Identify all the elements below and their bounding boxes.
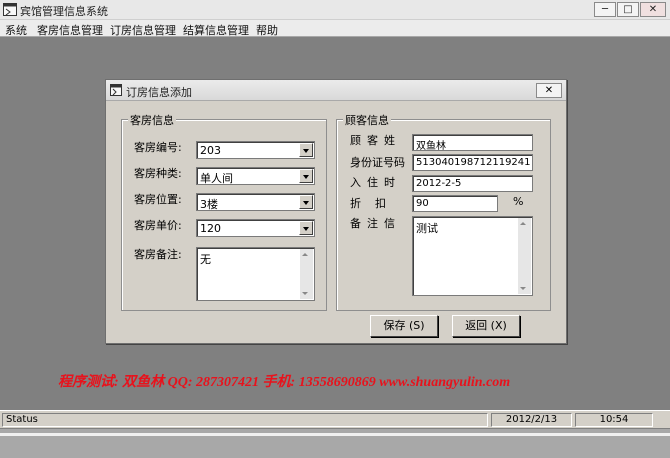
discount-label: 折扣 bbox=[350, 197, 400, 210]
chevron-down-icon[interactable] bbox=[299, 195, 313, 209]
back-button[interactable]: 返回 (X) bbox=[452, 315, 520, 337]
close-button[interactable]: ✕ bbox=[640, 2, 666, 17]
scroll-down-icon[interactable] bbox=[302, 292, 308, 295]
room-type-label: 客房种类: bbox=[134, 167, 182, 180]
percent-label: % bbox=[513, 195, 524, 208]
room-number-value: 203 bbox=[200, 144, 221, 157]
room-price-select[interactable]: 120 bbox=[196, 219, 315, 237]
checkin-time-label: 入住时 bbox=[350, 176, 401, 189]
room-info-group: 客房信息 客房编号: 203 客房种类: 单人间 客房位置: 3楼 客房单价: … bbox=[121, 112, 327, 311]
window-titlebar: 宾馆管理信息系统 ─ □ ✕ bbox=[0, 0, 670, 20]
minimize-button[interactable]: ─ bbox=[594, 2, 616, 17]
chevron-down-icon[interactable] bbox=[299, 169, 313, 183]
checkin-time-value: 2012-2-5 bbox=[416, 178, 462, 189]
guest-note-value: 测试 bbox=[416, 222, 438, 235]
room-location-value: 3楼 bbox=[200, 198, 218, 211]
menu-help[interactable]: 帮助 bbox=[256, 22, 278, 38]
status-date: 2012/2/13 bbox=[491, 413, 572, 427]
guest-note-textarea[interactable]: 测试 bbox=[412, 216, 533, 296]
id-number-value: 513040198712119241 bbox=[416, 157, 531, 168]
menu-bar: 系统 客房信息管理 订房信息管理 结算信息管理 帮助 bbox=[0, 20, 670, 37]
room-note-value: 无 bbox=[200, 253, 211, 266]
maximize-button[interactable]: □ bbox=[617, 2, 639, 17]
dialog-icon bbox=[110, 84, 122, 96]
room-type-select[interactable]: 单人间 bbox=[196, 167, 315, 185]
room-location-label: 客房位置: bbox=[134, 193, 182, 206]
room-price-label: 客房单价: bbox=[134, 219, 182, 232]
room-location-select[interactable]: 3楼 bbox=[196, 193, 315, 211]
dialog-close-button[interactable]: ✕ bbox=[536, 83, 562, 98]
status-time: 10:54 bbox=[575, 413, 653, 427]
chevron-down-icon[interactable] bbox=[299, 143, 313, 157]
save-button[interactable]: 保存 (S) bbox=[370, 315, 438, 337]
guest-note-label: 备注信 bbox=[350, 217, 401, 230]
dialog-titlebar: 订房信息添加 ✕ bbox=[106, 80, 566, 101]
menu-room-management[interactable]: 客房信息管理 bbox=[37, 22, 103, 38]
booking-add-dialog: 订房信息添加 ✕ 客房信息 客房编号: 203 客房种类: 单人间 客房位置: … bbox=[105, 79, 567, 344]
author-watermark: 程序测试: 双鱼林 QQ: 287307421 手机: 13558690869 … bbox=[58, 375, 511, 390]
dialog-title: 订房信息添加 bbox=[126, 86, 192, 99]
room-note-scrollbar[interactable] bbox=[300, 249, 313, 299]
room-number-select[interactable]: 203 bbox=[196, 141, 315, 159]
room-price-value: 120 bbox=[200, 222, 221, 235]
guest-name-input[interactable]: 双鱼林 bbox=[412, 134, 533, 152]
app-icon bbox=[3, 3, 17, 16]
status-bar: Status 2012/2/13 10:54 bbox=[0, 410, 670, 428]
room-type-value: 单人间 bbox=[200, 172, 233, 185]
menu-booking-management[interactable]: 订房信息管理 bbox=[110, 22, 176, 38]
window-title: 宾馆管理信息系统 bbox=[20, 5, 108, 18]
menu-system[interactable]: 系统 bbox=[5, 22, 27, 38]
guest-info-group: 顾客信息 顾客姓 双鱼林 身份证号码 513040198712119241 入住… bbox=[336, 112, 551, 311]
scroll-down-icon[interactable] bbox=[520, 287, 526, 290]
id-number-label: 身份证号码 bbox=[350, 156, 405, 169]
id-number-input[interactable]: 513040198712119241 bbox=[412, 154, 533, 171]
guest-name-label: 顾客姓 bbox=[350, 134, 401, 147]
status-text: Status bbox=[2, 413, 488, 427]
discount-input[interactable]: 90 bbox=[412, 195, 498, 212]
menu-billing-management[interactable]: 结算信息管理 bbox=[183, 22, 249, 38]
guest-info-title: 顾客信息 bbox=[343, 112, 391, 128]
room-info-title: 客房信息 bbox=[128, 112, 176, 128]
room-number-label: 客房编号: bbox=[134, 141, 182, 154]
scroll-up-icon[interactable] bbox=[520, 222, 526, 225]
room-note-textarea[interactable]: 无 bbox=[196, 247, 315, 301]
scroll-up-icon[interactable] bbox=[302, 253, 308, 256]
discount-value: 90 bbox=[416, 198, 429, 209]
checkin-time-input[interactable]: 2012-2-5 bbox=[412, 175, 533, 192]
room-note-label: 客房备注: bbox=[134, 248, 182, 261]
bottom-divider bbox=[0, 433, 670, 436]
guest-note-scrollbar[interactable] bbox=[518, 218, 531, 294]
chevron-down-icon[interactable] bbox=[299, 221, 313, 235]
guest-name-value: 双鱼林 bbox=[416, 141, 446, 152]
